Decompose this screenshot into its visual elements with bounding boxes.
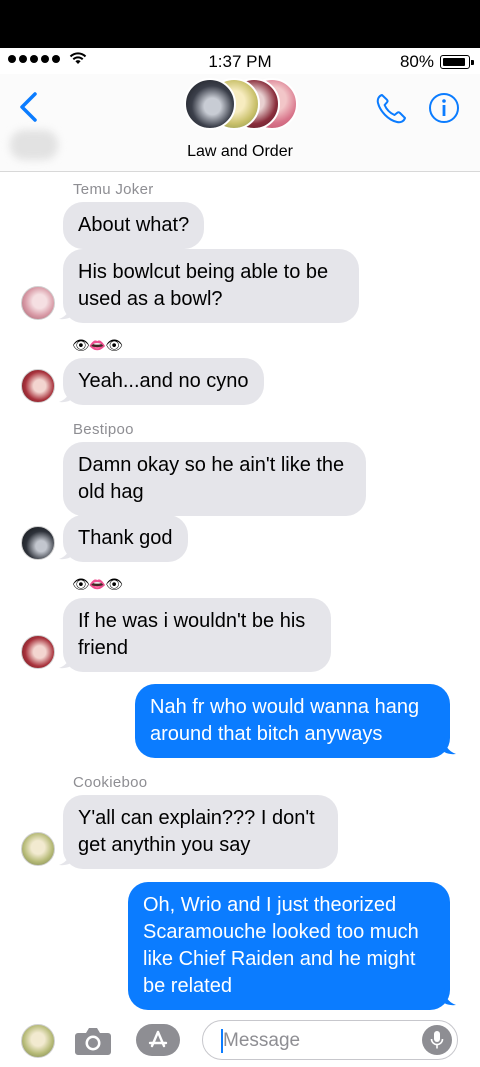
outgoing-message[interactable]: Oh, Wrio and I just theorized Scaramouch…: [128, 882, 450, 1010]
my-avatar[interactable]: [21, 1024, 55, 1058]
phone-icon[interactable]: [374, 92, 408, 126]
bubble-tail: [440, 737, 456, 755]
battery-percent: 80%: [399, 52, 434, 71]
bubble-tail: [59, 651, 75, 669]
conversation-header: Law and Order: [0, 74, 480, 172]
incoming-message[interactable]: Y'all can explain??? I don't get anythin…: [63, 795, 338, 869]
microphone-icon: [430, 1031, 444, 1049]
message-placeholder: Message: [223, 1030, 301, 1051]
back-chevron-icon[interactable]: [16, 90, 40, 124]
status-bar: 1:37 PM 80%: [0, 48, 480, 74]
group-avatar-1: [184, 78, 236, 130]
battery-icon: [440, 55, 474, 69]
sender-name: Temu Joker: [73, 181, 154, 198]
bubble-tail: [59, 848, 75, 866]
outgoing-message[interactable]: Nah fr who would wanna hang around that …: [135, 684, 450, 758]
bubble-tail: [440, 988, 456, 1006]
microphone-button[interactable]: [422, 1025, 452, 1055]
sender-emoji-label: 👁👄👁: [72, 576, 123, 592]
avatar[interactable]: [21, 832, 55, 866]
bubble-tail: [59, 302, 75, 320]
avatar[interactable]: [21, 635, 55, 669]
top-black-bar: [0, 0, 480, 48]
bubble-tail: [59, 385, 75, 403]
incoming-message[interactable]: Damn okay so he ain't like the old hag: [63, 442, 366, 516]
sender-name: Bestipoo: [73, 421, 134, 438]
app-store-button[interactable]: [136, 1024, 180, 1056]
incoming-message[interactable]: Thank god: [63, 515, 188, 562]
bubble-tail: [59, 542, 75, 560]
camera-icon[interactable]: [74, 1026, 112, 1056]
message-composer: Message: [0, 1012, 480, 1067]
incoming-message[interactable]: Yeah...and no cyno: [63, 358, 264, 405]
sender-emoji-label: 👁👄👁: [72, 337, 123, 353]
sender-name: Cookieboo: [73, 774, 148, 791]
info-icon[interactable]: [428, 92, 460, 124]
incoming-message[interactable]: If he was i wouldn't be his friend: [63, 598, 331, 672]
avatar[interactable]: [21, 369, 55, 403]
message-input[interactable]: Message: [202, 1020, 458, 1060]
incoming-message[interactable]: About what?: [63, 202, 205, 249]
group-name[interactable]: Law and Order: [0, 143, 480, 161]
app-store-icon: [148, 1030, 168, 1048]
incoming-message[interactable]: His bowlcut being able to be used as a b…: [63, 249, 359, 323]
avatar[interactable]: [21, 286, 55, 320]
avatar[interactable]: [21, 526, 55, 560]
group-avatars[interactable]: [184, 78, 304, 130]
